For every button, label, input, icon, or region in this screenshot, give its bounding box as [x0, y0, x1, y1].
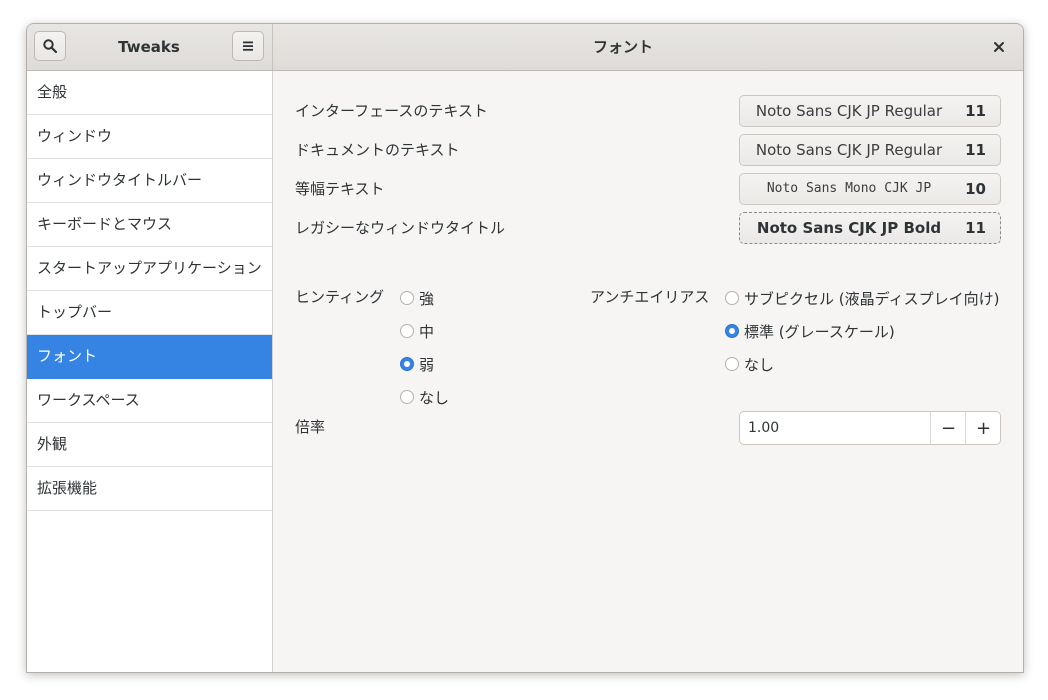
- hinting-option-full[interactable]: 強: [400, 287, 434, 309]
- scaling-factor-spinbutton: 1.00 − +: [739, 411, 1001, 445]
- antialiasing-option-none[interactable]: なし: [725, 353, 774, 375]
- sidebar-item-fonts[interactable]: フォント: [27, 335, 272, 379]
- sidebar-item-keyboard-mouse[interactable]: キーボードとマウス: [27, 203, 272, 247]
- interface-font-button[interactable]: Noto Sans CJK JP Regular 11: [739, 95, 1001, 127]
- monospace-font-button[interactable]: Noto Sans Mono CJK JP Regular 10: [739, 173, 1001, 226]
- minus-icon: −: [940, 417, 957, 439]
- hinting-option-label: 弱: [419, 355, 435, 374]
- page-title: フォント: [592, 38, 653, 56]
- interface-font-size: 11: [965, 102, 986, 120]
- close-icon: [994, 42, 1004, 52]
- legacy-window-title-font-name: Noto Sans CJK JP Bold: [756, 219, 942, 237]
- search-icon: [43, 39, 58, 54]
- hinting-option-medium[interactable]: 中: [400, 320, 434, 342]
- antialiasing-option-label: なし: [744, 355, 775, 374]
- hinting-option-label: 強: [419, 289, 435, 308]
- radio-button[interactable]: [400, 324, 414, 338]
- radio-button[interactable]: [400, 390, 414, 404]
- antialiasing-label: アンチエイリアス: [590, 288, 710, 306]
- monospace-font-size: 10: [965, 180, 986, 198]
- close-button[interactable]: [987, 35, 1011, 59]
- hinting-option-label: なし: [419, 388, 450, 407]
- plus-icon: +: [975, 417, 992, 439]
- sidebar: 全般 ウィンドウ ウィンドウタイトルバー キーボードとマウス スタートアップアプ…: [27, 71, 273, 672]
- radio-button[interactable]: [400, 291, 414, 305]
- radio-button-checked[interactable]: [725, 324, 739, 338]
- radio-button-checked[interactable]: [400, 357, 414, 371]
- hamburger-menu-icon: [243, 41, 253, 51]
- sidebar-item-windows[interactable]: ウィンドウ: [27, 115, 272, 159]
- legacy-window-title-font-size: 11: [965, 219, 986, 237]
- sidebar-item-window-titlebars[interactable]: ウィンドウタイトルバー: [27, 159, 272, 203]
- interface-text-label: インターフェースのテキスト: [295, 102, 488, 120]
- interface-font-name: Noto Sans CJK JP Regular: [755, 102, 943, 120]
- sidebar-item-workspaces[interactable]: ワークスペース: [27, 379, 272, 423]
- document-font-button[interactable]: Noto Sans CJK JP Regular 11: [739, 134, 1001, 166]
- monospace-text-label: 等幅テキスト: [295, 180, 385, 198]
- document-font-name: Noto Sans CJK JP Regular: [755, 141, 943, 159]
- sidebar-item-startup-applications[interactable]: スタートアップアプリケーション: [27, 247, 272, 291]
- legacy-window-title-label: レガシーなウィンドウタイトル: [295, 219, 506, 237]
- increment-button[interactable]: +: [965, 412, 1001, 444]
- sidebar-item-top-bar[interactable]: トップバー: [27, 291, 272, 335]
- search-button[interactable]: [34, 31, 66, 61]
- hinting-option-slight[interactable]: 弱: [400, 353, 434, 375]
- fonts-panel: インターフェースのテキスト Noto Sans CJK JP Regular 1…: [273, 71, 1023, 672]
- radio-button[interactable]: [725, 357, 739, 371]
- sidebar-item-general[interactable]: 全般: [27, 71, 272, 115]
- scaling-factor-input[interactable]: 1.00: [748, 412, 779, 444]
- sidebar-header: Tweaks: [27, 24, 273, 70]
- hinting-label: ヒンティング: [295, 288, 385, 306]
- legacy-window-title-row: レガシーなウィンドウタイトル Noto Sans CJK JP Bold 11: [295, 212, 1001, 244]
- sidebar-item-appearance[interactable]: 外観: [27, 423, 272, 467]
- antialiasing-option-label: サブピクセル (液晶ディスプレイ向け): [744, 289, 1000, 308]
- antialiasing-option-standard[interactable]: 標準 (グレースケール): [725, 320, 895, 342]
- menu-button[interactable]: [232, 31, 264, 61]
- antialiasing-option-label: 標準 (グレースケール): [744, 322, 895, 341]
- decrement-button[interactable]: −: [930, 412, 966, 444]
- document-text-label: ドキュメントのテキスト: [295, 141, 460, 159]
- document-font-size: 11: [965, 141, 986, 159]
- radio-button[interactable]: [725, 291, 739, 305]
- interface-text-row: インターフェースのテキスト Noto Sans CJK JP Regular 1…: [295, 95, 1001, 127]
- hinting-option-none[interactable]: なし: [400, 386, 449, 408]
- sidebar-item-extensions[interactable]: 拡張機能: [27, 467, 272, 511]
- scaling-factor-label: 倍率: [295, 418, 326, 436]
- hinting-option-label: 中: [419, 322, 435, 341]
- app-title: Tweaks: [118, 38, 180, 56]
- antialiasing-option-subpixel[interactable]: サブピクセル (液晶ディスプレイ向け): [725, 287, 999, 309]
- document-text-row: ドキュメントのテキスト Noto Sans CJK JP Regular 11: [295, 134, 1001, 166]
- legacy-window-title-font-button[interactable]: Noto Sans CJK JP Bold 11: [739, 212, 1001, 244]
- header-bar: Tweaks フォント: [27, 24, 1023, 71]
- monospace-text-row: 等幅テキスト Noto Sans Mono CJK JP Regular 10: [295, 173, 1001, 226]
- tweaks-window: Tweaks フォント 全般 ウィンドウ ウィンドウタイトルバー キーボードとマ…: [26, 23, 1024, 673]
